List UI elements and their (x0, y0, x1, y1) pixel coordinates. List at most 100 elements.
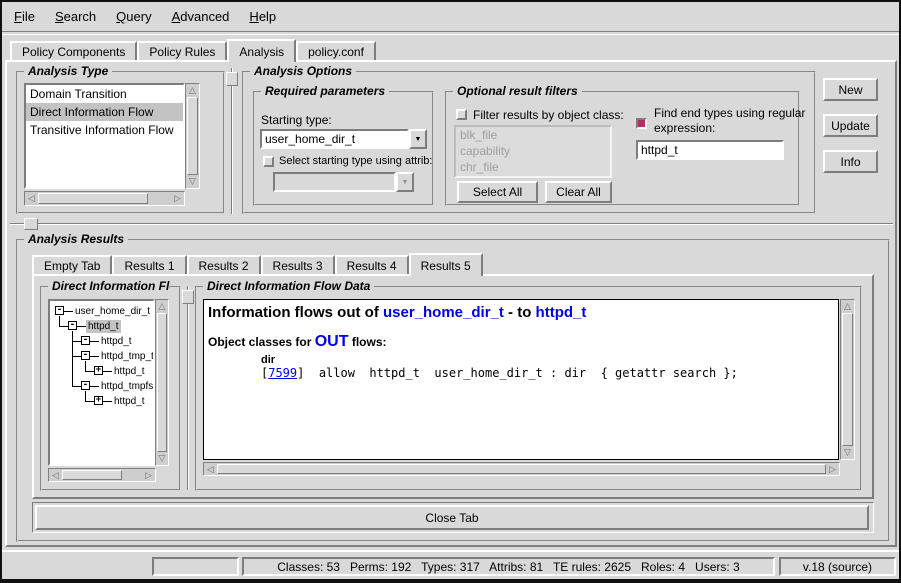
menu-help[interactable]: Help (249, 9, 276, 24)
tree-connector (72, 341, 81, 342)
analysis-type-hscrollbar[interactable]: ◁ ▷ (24, 191, 185, 206)
tree-connector (103, 371, 112, 372)
analysis-type-item-transitive-information-flow[interactable]: Transitive Information Flow (26, 121, 183, 139)
tab-label: Analysis (239, 45, 284, 59)
menu-search[interactable]: Search (55, 9, 96, 24)
tree-connector (103, 401, 112, 402)
scroll-left-icon[interactable]: ◁ (49, 469, 62, 481)
tree-node-httpd-t[interactable]: httpd_t (112, 395, 147, 408)
scroll-down-icon[interactable]: ▽ (186, 175, 199, 188)
regex-label-line2: expression: (654, 121, 805, 136)
tab-results-4[interactable]: Results 4 (335, 255, 409, 274)
tree-node-user-home-dir-t[interactable]: user_home_dir_t (73, 305, 152, 318)
rule-line: [7599] allow httpd_t user_home_dir_t : d… (261, 366, 834, 380)
tree-toggle-icon[interactable]: - (81, 351, 90, 360)
analysis-type-listbox[interactable]: Domain Transition Direct Information Flo… (24, 83, 185, 189)
flow-tree[interactable]: - - - - + - + user_home_dir_t httpd_t ht… (48, 299, 155, 466)
object-class-item: blk_file (456, 127, 610, 143)
scrollbar-thumb[interactable] (842, 313, 853, 446)
attrib-checkbox[interactable] (263, 156, 274, 167)
tab-results-1[interactable]: Results 1 (112, 255, 186, 274)
tree-node-httpd-t[interactable]: httpd_t (99, 335, 134, 348)
rule-number-link[interactable]: 7599 (268, 366, 297, 380)
heading-target-type: httpd_t (536, 304, 587, 321)
starting-type-value[interactable]: user_home_dir_t (260, 129, 409, 149)
update-button-label: Update (831, 119, 870, 133)
tree-toggle-icon[interactable]: - (81, 336, 90, 345)
tree-toggle-icon[interactable]: + (94, 366, 103, 375)
regex-input[interactable]: httpd_t (636, 140, 784, 160)
sash-handle[interactable] (24, 218, 38, 230)
analysis-type-item-direct-information-flow[interactable]: Direct Information Flow (26, 103, 183, 121)
flow-tree-vscrollbar[interactable]: △ ▽ (155, 299, 169, 466)
new-button[interactable]: New (823, 78, 878, 101)
tree-node-httpd-t[interactable]: httpd_t (86, 320, 121, 333)
scroll-up-icon[interactable]: △ (156, 300, 168, 313)
info-button-label: Info (840, 155, 860, 169)
scroll-left-icon[interactable]: ◁ (25, 192, 38, 205)
vertical-sash[interactable] (231, 68, 233, 214)
tab-analysis[interactable]: Analysis (227, 39, 296, 62)
scroll-up-icon[interactable]: △ (186, 84, 199, 97)
clear-all-button[interactable]: Clear All (545, 181, 612, 203)
scrollbar-thumb[interactable] (38, 193, 148, 204)
sash-handle[interactable] (226, 72, 238, 86)
regex-checkbox-label: Find end types using regular expression: (654, 106, 805, 136)
scrollbar-thumb[interactable] (187, 97, 198, 175)
flow-data-vscrollbar[interactable]: △ ▽ (840, 299, 855, 460)
scrollbar-thumb[interactable] (62, 470, 122, 480)
scroll-right-icon[interactable]: ▷ (142, 469, 155, 481)
tree-node-httpd-tmpfs-t[interactable]: httpd_tmpfs_ (99, 380, 155, 393)
select-all-button[interactable]: Select All (457, 181, 538, 203)
tree-toggle-icon[interactable]: - (81, 381, 90, 390)
apol-window: File Search Query Advanced Help Policy C… (0, 0, 901, 583)
horizontal-sash[interactable] (10, 223, 893, 225)
tab-policy-rules[interactable]: Policy Rules (137, 41, 227, 60)
flow-data-title: Direct Information Flow Data (203, 279, 374, 293)
close-tab-button[interactable]: Close Tab (35, 505, 869, 530)
scroll-up-icon[interactable]: △ (841, 300, 854, 313)
scroll-down-icon[interactable]: ▽ (841, 446, 854, 459)
tree-toggle-icon[interactable]: - (55, 306, 64, 315)
scrollbar-thumb[interactable] (157, 313, 167, 452)
new-button-label: New (838, 83, 862, 97)
tree-node-httpd-tmp-t[interactable]: httpd_tmp_t (99, 350, 155, 363)
regex-checkbox[interactable] (636, 118, 647, 129)
sash-handle[interactable] (182, 290, 194, 304)
clear-all-label: Clear All (556, 185, 601, 199)
attrib-combobox: ▼ (273, 172, 414, 192)
vertical-sash[interactable] (187, 286, 189, 490)
update-button[interactable]: Update (823, 114, 878, 137)
tab-policy-components[interactable]: Policy Components (10, 41, 137, 60)
flow-data-hscrollbar[interactable]: ◁ ▷ (203, 462, 840, 476)
tab-empty-tab[interactable]: Empty Tab (32, 255, 112, 274)
heading-source-type: user_home_dir_t (383, 304, 504, 321)
scroll-right-icon[interactable]: ▷ (826, 463, 839, 475)
tab-policy-conf[interactable]: policy.conf (296, 41, 376, 60)
menu-file[interactable]: File (14, 9, 35, 24)
tree-toggle-icon[interactable]: - (68, 321, 77, 330)
menu-query[interactable]: Query (116, 9, 151, 24)
scroll-right-icon[interactable]: ▷ (171, 192, 184, 205)
tab-results-2[interactable]: Results 2 (187, 255, 261, 274)
analysis-options-title: Analysis Options (250, 64, 356, 78)
tab-results-5[interactable]: Results 5 (409, 253, 483, 276)
info-button[interactable]: Info (823, 150, 878, 173)
analysis-type-vscrollbar[interactable]: △ ▽ (185, 83, 200, 189)
filter-object-class-checkbox[interactable] (456, 109, 467, 120)
analysis-type-item-domain-transition[interactable]: Domain Transition (26, 85, 183, 103)
menu-separator (2, 31, 899, 35)
tree-connector (90, 341, 99, 342)
tree-toggle-icon[interactable]: + (94, 396, 103, 405)
scroll-down-icon[interactable]: ▽ (156, 452, 168, 465)
starting-type-combobox[interactable]: user_home_dir_t ▼ (260, 129, 427, 149)
flow-data-text[interactable]: Information flows out of user_home_dir_t… (203, 299, 839, 460)
scroll-left-icon[interactable]: ◁ (204, 463, 217, 475)
dropdown-arrow-icon[interactable]: ▼ (409, 129, 427, 149)
tree-node-httpd-t[interactable]: httpd_t (112, 365, 147, 378)
scrollbar-thumb[interactable] (217, 464, 826, 474)
menu-advanced[interactable]: Advanced (172, 9, 230, 24)
tab-results-3[interactable]: Results 3 (261, 255, 335, 274)
flow-tree-hscrollbar[interactable]: ◁ ▷ (48, 468, 156, 482)
heading-prefix: Information flows out of (208, 304, 383, 321)
